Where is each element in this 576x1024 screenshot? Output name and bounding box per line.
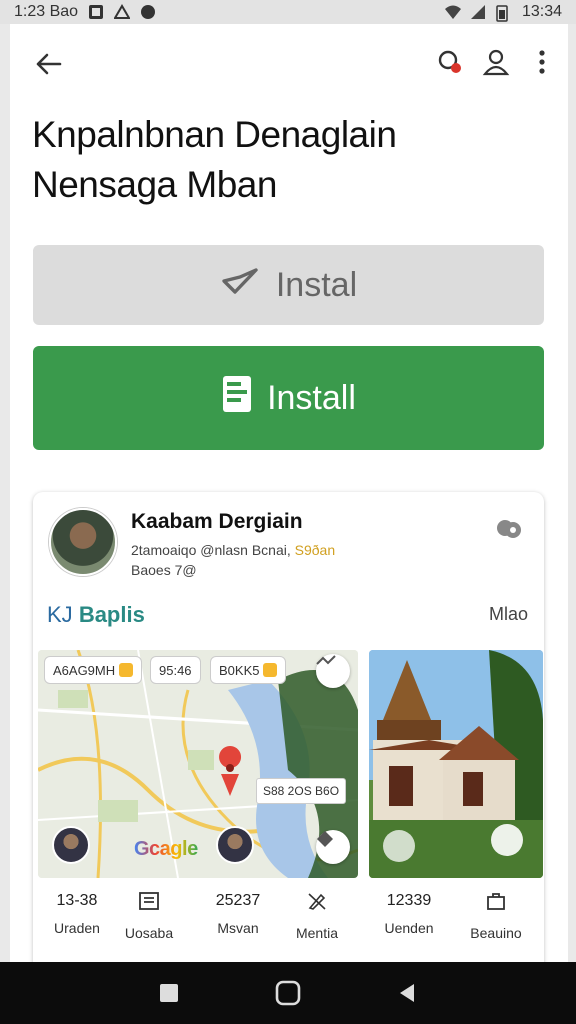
section-more-link[interactable]: Mlao — [489, 604, 528, 625]
section-title: KJ Baplis — [47, 602, 145, 628]
card-name: Kaabam Dergiain — [131, 510, 303, 533]
bag-icon — [461, 892, 531, 915]
more-vert-icon[interactable] — [528, 48, 556, 76]
stat-label: Uosaba — [124, 925, 174, 941]
wifi-icon — [444, 4, 461, 20]
stat-item: 12339 Uenden — [377, 892, 441, 936]
stat-value: 13-38 — [56, 892, 98, 909]
map-chip[interactable]: A6AG9MH — [44, 656, 143, 684]
map-chip-label: 95:46 — [159, 662, 192, 678]
page-title: Knpalnbnan Denaglain Nensaga Mban — [32, 110, 552, 210]
section-prefix: KJ — [47, 602, 73, 627]
stat-item: Mentia — [287, 892, 347, 941]
signal-icon — [470, 4, 486, 20]
map-chip-label: A6AG9MH — [53, 662, 116, 678]
map-avatar[interactable] — [52, 826, 90, 864]
title-line-2: Nensaga Mban — [32, 164, 277, 205]
search-icon[interactable] — [436, 48, 464, 76]
document-icon — [119, 892, 179, 915]
map-logo: Gcagle — [134, 838, 198, 861]
navigation-icon[interactable] — [316, 830, 350, 864]
map-chip-icon — [119, 663, 134, 677]
trend-icon[interactable] — [316, 654, 350, 688]
map-chip-label: B0KK5 — [219, 662, 260, 678]
section-title-text: Baplis — [78, 602, 145, 627]
stat-label: Msvan — [217, 920, 259, 936]
install-button[interactable]: Install — [33, 346, 544, 450]
title-line-1: Knpalnbnan Denaglain — [32, 114, 397, 155]
install-icon — [221, 374, 253, 423]
battery-icon — [496, 4, 512, 22]
dot-icon — [140, 4, 156, 20]
developer-card: Kaabam Dergiain 2tamoaiqo @nlasn Bcnai, … — [33, 492, 544, 962]
stat-item: Beauino — [461, 892, 531, 941]
nav-recents-icon[interactable] — [393, 979, 421, 1007]
temple-graphic — [369, 650, 543, 878]
avatar[interactable] — [49, 508, 117, 576]
stat-value: 25237 — [215, 892, 261, 909]
stat-item: 13-38 Uraden — [47, 892, 107, 936]
map-tag: S88 2OS B6O — [256, 778, 347, 804]
app-bar — [10, 34, 568, 90]
stat-value: 12339 — [386, 892, 432, 909]
app-screen: Knpalnbnan Denaglain Nensaga Mban Instal… — [10, 24, 568, 962]
instal-button[interactable]: Instal — [33, 245, 544, 325]
check-arrow-icon — [220, 264, 260, 307]
status-bar: 1:23 Bao 13:34 — [0, 0, 576, 24]
app-icon — [113, 4, 131, 20]
map-avatar[interactable] — [216, 826, 254, 864]
map-chip-icon — [263, 663, 278, 677]
system-nav-bar — [0, 962, 576, 1024]
back-arrow-icon[interactable] — [30, 46, 66, 82]
status-clock: 13:34 — [521, 3, 562, 20]
stat-label: Uenden — [384, 920, 434, 936]
nav-home-icon[interactable] — [274, 979, 302, 1007]
map-chip[interactable]: B0KK5 — [210, 656, 287, 684]
nav-back-icon[interactable] — [155, 979, 183, 1007]
instal-button-label: Instal — [275, 265, 358, 304]
map-screenshot[interactable]: A6AG9MH 95:46 B0KK5 S88 2OS B6O Gcagle — [38, 650, 358, 878]
card-subtitle-text: 2tamoaiqo @nlasn Bcnai, — [131, 542, 291, 558]
notification-icon — [88, 4, 104, 20]
card-subtitle-2: Baoes 7@ — [131, 562, 197, 578]
edit-off-icon — [287, 892, 347, 915]
stat-label: Uraden — [54, 920, 100, 936]
install-button-label: Install — [267, 378, 356, 417]
chat-icon[interactable] — [496, 518, 522, 540]
stat-label: Beauino — [470, 925, 522, 941]
account-icon[interactable] — [482, 48, 510, 76]
stat-label: Mentia — [295, 925, 339, 941]
stat-item: Uosaba — [119, 892, 179, 941]
stat-item: 25237 Msvan — [203, 892, 273, 936]
status-time: 1:23 Bao — [14, 3, 79, 20]
map-chip[interactable]: 95:46 — [150, 656, 201, 684]
map-logo-text: Gcagle — [134, 838, 198, 860]
card-subtitle: 2tamoaiqo @nlasn Bcnai, S9ðan — [131, 542, 335, 558]
temple-photo[interactable] — [369, 650, 543, 878]
card-subtitle-highlight: S9ðan — [294, 542, 336, 558]
